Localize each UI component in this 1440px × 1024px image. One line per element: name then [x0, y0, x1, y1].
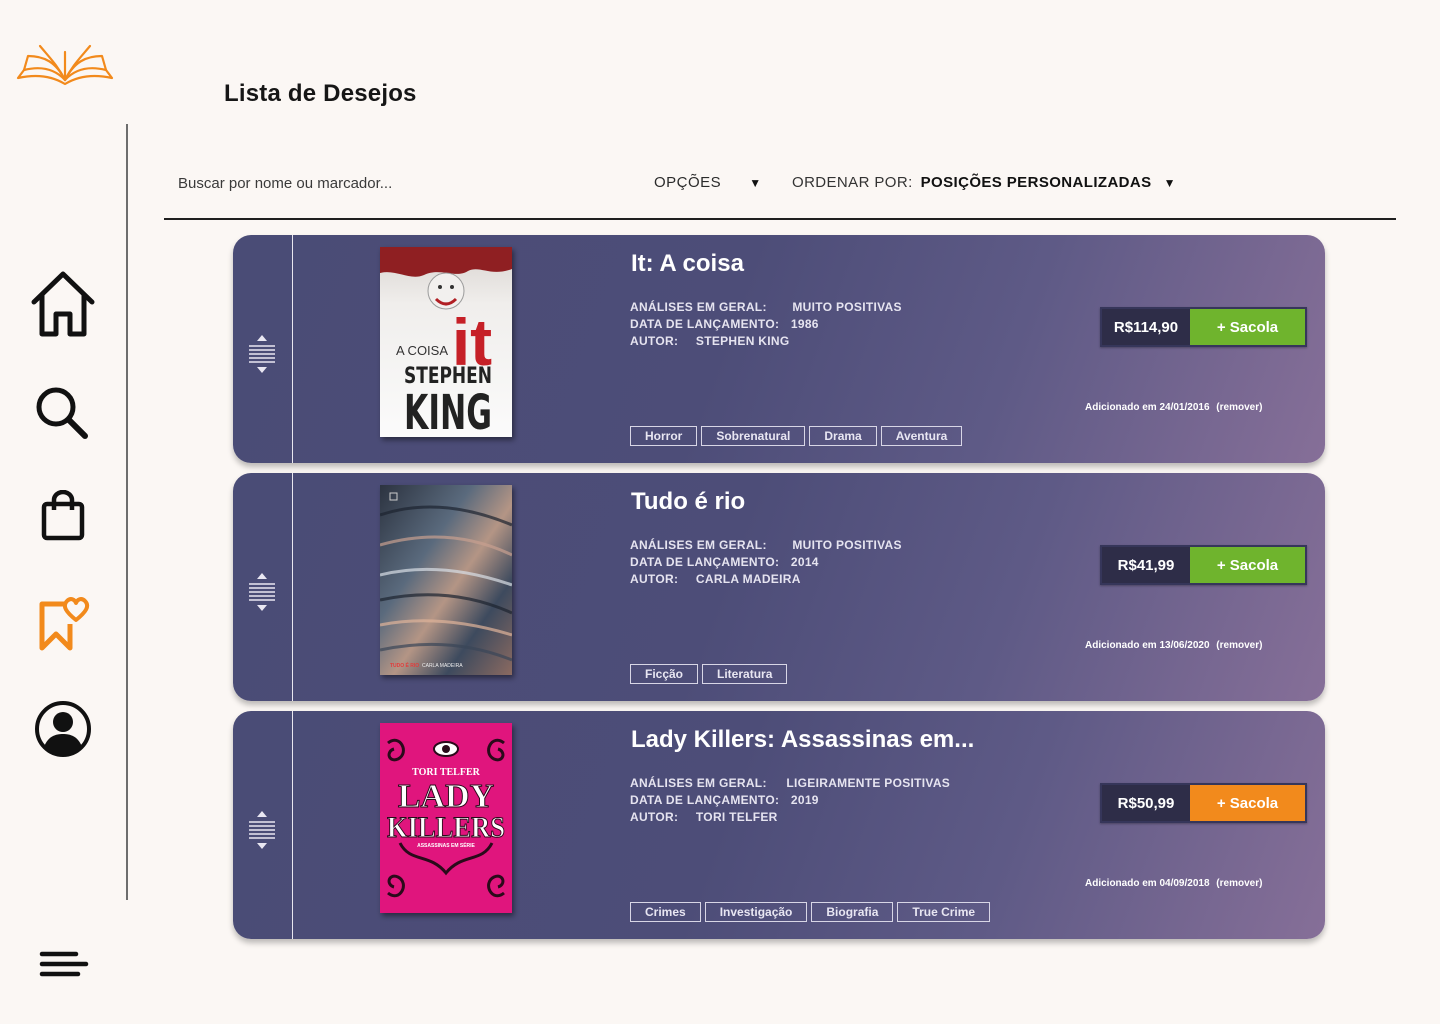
book-title[interactable]: Tudo é rio	[631, 488, 745, 516]
add-to-bag-button[interactable]: + Sacola	[1190, 785, 1305, 821]
reviews-value: MUITO POSITIVAS	[792, 538, 902, 552]
book-meta: ANÁLISES EM GERAL: MUITO POSITIVAS DATA …	[630, 299, 902, 350]
purchase-group: R$50,99 + Sacola	[1100, 783, 1307, 823]
drag-column	[233, 235, 293, 463]
user-circle-icon[interactable]	[34, 700, 92, 758]
cover-author: TORI TELFER	[412, 767, 480, 778]
tag-list: Crimes Investigação Biografia True Crime	[630, 902, 991, 922]
home-icon[interactable]	[28, 268, 98, 340]
price: R$41,99	[1102, 547, 1190, 583]
wishlist-item: it A COISA STEPHEN KING It: A coisa ANÁL…	[233, 235, 1325, 463]
book-cover[interactable]: it A COISA STEPHEN KING	[380, 247, 512, 437]
book-cover[interactable]: TORI TELFER LADY KILLERS ASSASSINAS EM S…	[380, 723, 512, 913]
tag[interactable]: Ficção	[630, 664, 699, 684]
reviews-value: LIGEIRAMENTE POSITIVAS	[786, 776, 951, 790]
tag[interactable]: Literatura	[702, 664, 788, 684]
added-date-text: Adicionado em 24/01/2016	[1085, 402, 1210, 413]
drag-handle-icon[interactable]	[247, 809, 277, 851]
tag[interactable]: Drama	[809, 426, 877, 446]
tag[interactable]: Horror	[630, 426, 698, 446]
options-label: OPÇÕES	[654, 174, 722, 191]
wishlist-item: TORI TELFER LADY KILLERS ASSASSINAS EM S…	[233, 711, 1325, 939]
book-meta: ANÁLISES EM GERAL: MUITO POSITIVAS DATA …	[630, 537, 902, 588]
tag[interactable]: Crimes	[630, 902, 701, 922]
add-to-bag-button[interactable]: + Sacola	[1190, 309, 1305, 345]
tag-list: Horror Sobrenatural Drama Aventura	[630, 426, 963, 446]
toolbar: OPÇÕES ▼ ORDENAR POR: POSIÇÕES PERSONALI…	[164, 160, 1396, 220]
remove-link[interactable]: (remover)	[1216, 402, 1262, 413]
added-date: Adicionado em 13/06/2020 (remover)	[1085, 640, 1262, 651]
search-input[interactable]	[178, 170, 598, 196]
release-value: 2014	[790, 555, 819, 569]
page-title: Lista de Desejos	[224, 80, 417, 107]
tag[interactable]: Investigação	[704, 902, 808, 922]
sidebar-divider	[126, 124, 128, 900]
cover-subtitle: ASSASSINAS EM SÉRIE	[417, 841, 475, 849]
book-title[interactable]: Lady Killers: Assassinas em...	[631, 726, 974, 754]
added-date: Adicionado em 24/01/2016 (remover)	[1085, 402, 1262, 413]
cover-author-last: KING	[404, 385, 492, 437]
options-dropdown[interactable]: OPÇÕES ▼	[654, 174, 762, 191]
author-value: CARLA MADEIRA	[695, 572, 801, 586]
bookmark-heart-icon[interactable]	[36, 596, 90, 652]
book-meta: ANÁLISES EM GERAL: LIGEIRAMENTE POSITIVA…	[630, 775, 950, 826]
drag-column	[233, 473, 293, 701]
purchase-group: R$41,99 + Sacola	[1100, 545, 1307, 585]
wishlist-item: TUDO É RIO CARLA MADEIRA Tudo é rio ANÁL…	[233, 473, 1325, 701]
reviews-value: MUITO POSITIVAS	[792, 300, 902, 314]
add-to-bag-button[interactable]: + Sacola	[1190, 547, 1305, 583]
added-date-text: Adicionado em 04/09/2018	[1085, 878, 1210, 889]
tag[interactable]: Sobrenatural	[701, 426, 806, 446]
book-cover[interactable]: TUDO É RIO CARLA MADEIRA	[380, 485, 512, 675]
tag[interactable]: Biografia	[811, 902, 894, 922]
shopping-bag-icon[interactable]	[40, 490, 86, 542]
added-date: Adicionado em 04/09/2018 (remover)	[1085, 878, 1262, 889]
author-label: AUTOR:	[630, 572, 679, 586]
price: R$114,90	[1102, 309, 1190, 345]
menu-icon[interactable]	[38, 948, 90, 980]
added-date-text: Adicionado em 13/06/2020	[1085, 640, 1210, 651]
reviews-label: ANÁLISES EM GERAL:	[630, 776, 767, 790]
tag[interactable]: True Crime	[897, 902, 991, 922]
book-title[interactable]: It: A coisa	[631, 250, 744, 278]
caret-down-icon: ▼	[749, 175, 762, 190]
reviews-label: ANÁLISES EM GERAL:	[630, 300, 767, 314]
tag[interactable]: Aventura	[880, 426, 963, 446]
search-icon[interactable]	[34, 386, 90, 440]
cover-author: CARLA MADEIRA	[422, 663, 463, 669]
release-value: 1986	[790, 317, 819, 331]
caret-down-icon[interactable]: ▼	[1164, 176, 1176, 190]
author-label: AUTOR:	[630, 334, 679, 348]
sort-value[interactable]: POSIÇÕES PERSONALIZADAS	[921, 174, 1152, 191]
tag-list: Ficção Literatura	[630, 664, 788, 684]
release-label: DATA DE LANÇAMENTO:	[630, 317, 780, 331]
sort-label: ORDENAR POR:	[792, 174, 913, 191]
author-label: AUTOR:	[630, 810, 679, 824]
price: R$50,99	[1102, 785, 1190, 821]
reviews-label: ANÁLISES EM GERAL:	[630, 538, 767, 552]
drag-handle-icon[interactable]	[247, 571, 277, 613]
remove-link[interactable]: (remover)	[1216, 640, 1262, 651]
drag-column	[233, 711, 293, 939]
author-value: STEPHEN KING	[695, 334, 790, 348]
release-label: DATA DE LANÇAMENTO:	[630, 793, 780, 807]
sort-dropdown[interactable]: ORDENAR POR: POSIÇÕES PERSONALIZADAS ▼	[792, 174, 1176, 191]
release-label: DATA DE LANÇAMENTO:	[630, 555, 780, 569]
drag-handle-icon[interactable]	[247, 333, 277, 375]
release-value: 2019	[790, 793, 819, 807]
purchase-group: R$114,90 + Sacola	[1100, 307, 1307, 347]
open-book-logo	[16, 44, 114, 86]
remove-link[interactable]: (remover)	[1216, 878, 1262, 889]
cover-title: TUDO É RIO	[390, 661, 419, 669]
cover-subtitle: A COISA	[396, 343, 448, 358]
cover-title-top: LADY	[398, 778, 494, 815]
cover-title-bottom: KILLERS	[387, 811, 505, 844]
author-value: TORI TELFER	[695, 810, 778, 824]
